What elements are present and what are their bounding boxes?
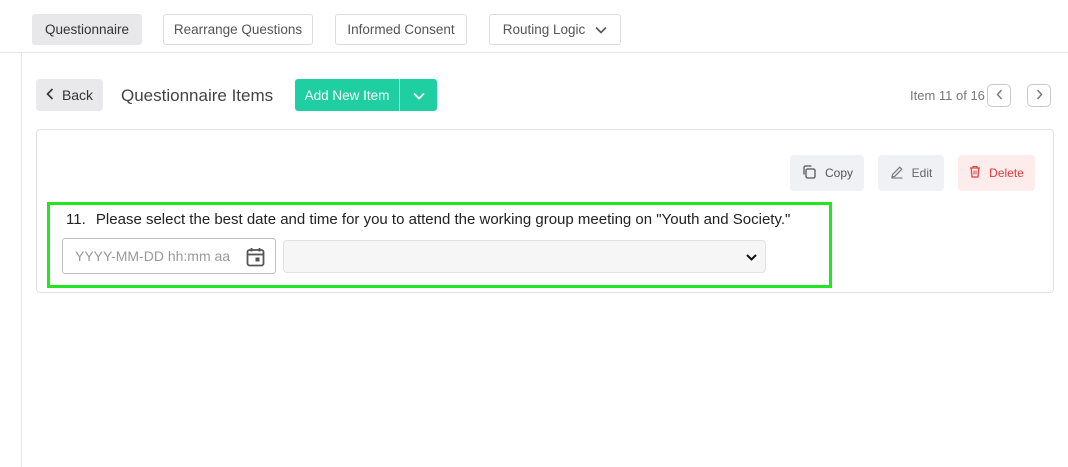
question-number: 11. (66, 211, 86, 228)
time-select[interactable] (283, 240, 766, 273)
tab-label: Informed Consent (347, 22, 455, 37)
date-time-placeholder: YYYY-MM-DD hh:mm aa (75, 248, 231, 264)
top-tab-bar: Questionnaire Rearrange Questions Inform… (0, 0, 1068, 53)
tab-informed-consent[interactable]: Informed Consent (335, 14, 467, 45)
chevron-left-icon (46, 87, 54, 103)
delete-label: Delete (989, 166, 1024, 180)
chevron-down-icon (412, 88, 425, 103)
edit-button[interactable]: Edit (878, 155, 944, 191)
back-button[interactable]: Back (36, 79, 103, 111)
copy-icon (801, 164, 817, 183)
add-new-item-button[interactable]: Add New Item (295, 79, 400, 111)
trash-icon (969, 165, 981, 181)
tab-label: Questionnaire (44, 22, 130, 37)
previous-item-button[interactable] (987, 84, 1011, 107)
add-new-item-label: Add New Item (304, 87, 390, 103)
tab-label: Routing Logic (502, 22, 586, 37)
tab-rearrange-questions[interactable]: Rearrange Questions (163, 14, 313, 45)
back-label: Back (61, 87, 94, 103)
copy-button[interactable]: Copy (790, 155, 864, 191)
question-text: Please select the best date and time for… (95, 211, 791, 228)
add-item-dropdown-button[interactable] (400, 79, 437, 111)
question-prompt: 11. Please select the best date and time… (66, 211, 790, 228)
tab-questionnaire[interactable]: Questionnaire (32, 14, 142, 45)
chevron-down-icon (595, 26, 607, 34)
chevron-down-icon (746, 248, 757, 266)
pencil-icon (890, 165, 904, 182)
date-time-field[interactable]: YYYY-MM-DD hh:mm aa (62, 238, 276, 274)
tab-label: Rearrange Questions (173, 22, 303, 37)
next-item-button[interactable] (1027, 84, 1051, 107)
chevron-right-icon (1036, 87, 1043, 105)
copy-label: Copy (824, 166, 853, 180)
add-new-item-split-button: Add New Item (295, 79, 437, 111)
edit-label: Edit (911, 166, 933, 180)
calendar-icon[interactable] (246, 247, 265, 272)
page-title: Questionnaire Items (121, 86, 274, 105)
chevron-left-icon (996, 87, 1003, 105)
item-position-text: Item 11 of 16 (910, 88, 985, 103)
tab-routing-logic[interactable]: Routing Logic (489, 14, 621, 45)
delete-button[interactable]: Delete (958, 155, 1035, 191)
